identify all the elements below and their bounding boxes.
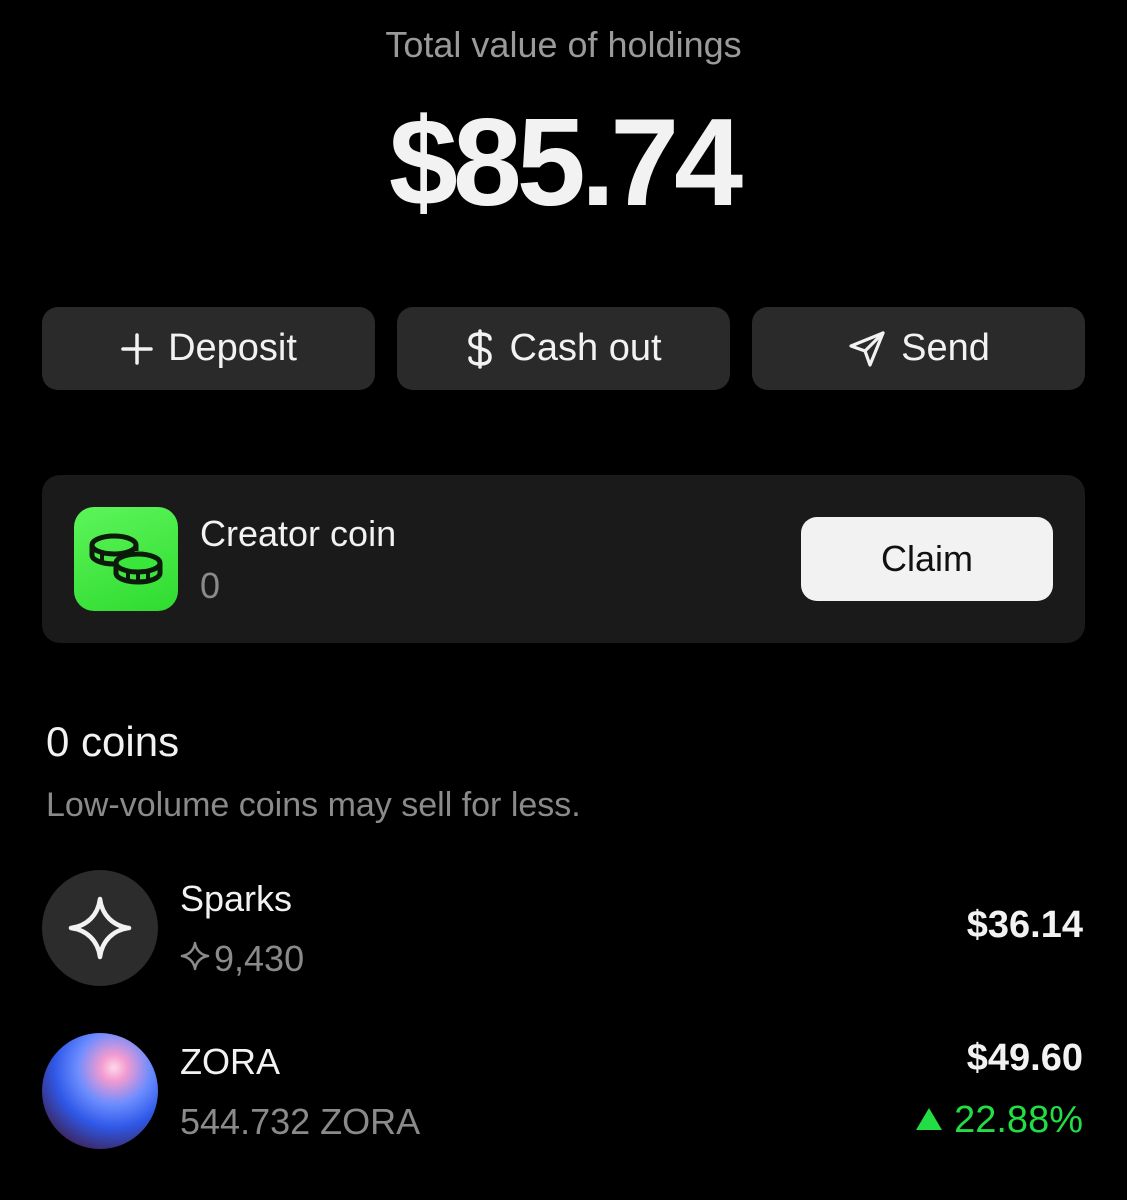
creator-coin-card: Creator coin 0 Claim [42, 475, 1085, 643]
total-holdings-value: $85.74 [388, 94, 743, 232]
coin-amount: 544.732 ZORA [180, 1101, 420, 1143]
coin-change-value: 22.88% [954, 1099, 1083, 1141]
action-bar: Deposit Cash out Send [42, 307, 1085, 390]
coin-value: $36.14 [966, 904, 1083, 946]
coins-count-title: 0 coins [46, 718, 180, 765]
send-icon [847, 329, 887, 369]
coin-row-zora[interactable]: ZORA 544.732 ZORA $49.60 22.88% [42, 1033, 1085, 1153]
coin-change: 22.88% [914, 1099, 1083, 1142]
plus-icon [120, 332, 154, 366]
coin-row-sparks[interactable]: Sparks 9,430 $36.14 [42, 870, 1085, 990]
coins-icon [74, 507, 178, 611]
creator-coin-count: 0 [200, 565, 221, 606]
deposit-button[interactable]: Deposit [42, 307, 375, 390]
coin-amount: 9,430 [180, 938, 304, 980]
coin-amount-value: 9,430 [214, 938, 305, 979]
sparkle-icon [42, 870, 158, 986]
dollar-icon [465, 328, 495, 369]
creator-coin-title: Creator coin [200, 513, 397, 554]
zora-logo [42, 1033, 158, 1149]
coin-value: $49.60 [966, 1037, 1083, 1079]
coins-note: Low-volume coins may sell for less. [46, 786, 581, 824]
coin-name: Sparks [180, 878, 293, 919]
total-holdings-label: Total value of holdings [385, 24, 742, 65]
deposit-label: Deposit [168, 327, 297, 369]
coin-name: ZORA [180, 1041, 281, 1082]
coin-amount-value: 544.732 ZORA [180, 1101, 421, 1142]
triangle-up-icon [914, 1099, 944, 1142]
cash-out-button[interactable]: Cash out [397, 307, 730, 390]
send-button[interactable]: Send [752, 307, 1085, 390]
send-label: Send [901, 327, 990, 369]
sparkle-icon [180, 938, 210, 980]
wallet-screen: Total value of holdings $85.74 Deposit C… [0, 0, 1127, 1200]
claim-button[interactable]: Claim [801, 517, 1053, 601]
cash-out-label: Cash out [509, 327, 662, 369]
